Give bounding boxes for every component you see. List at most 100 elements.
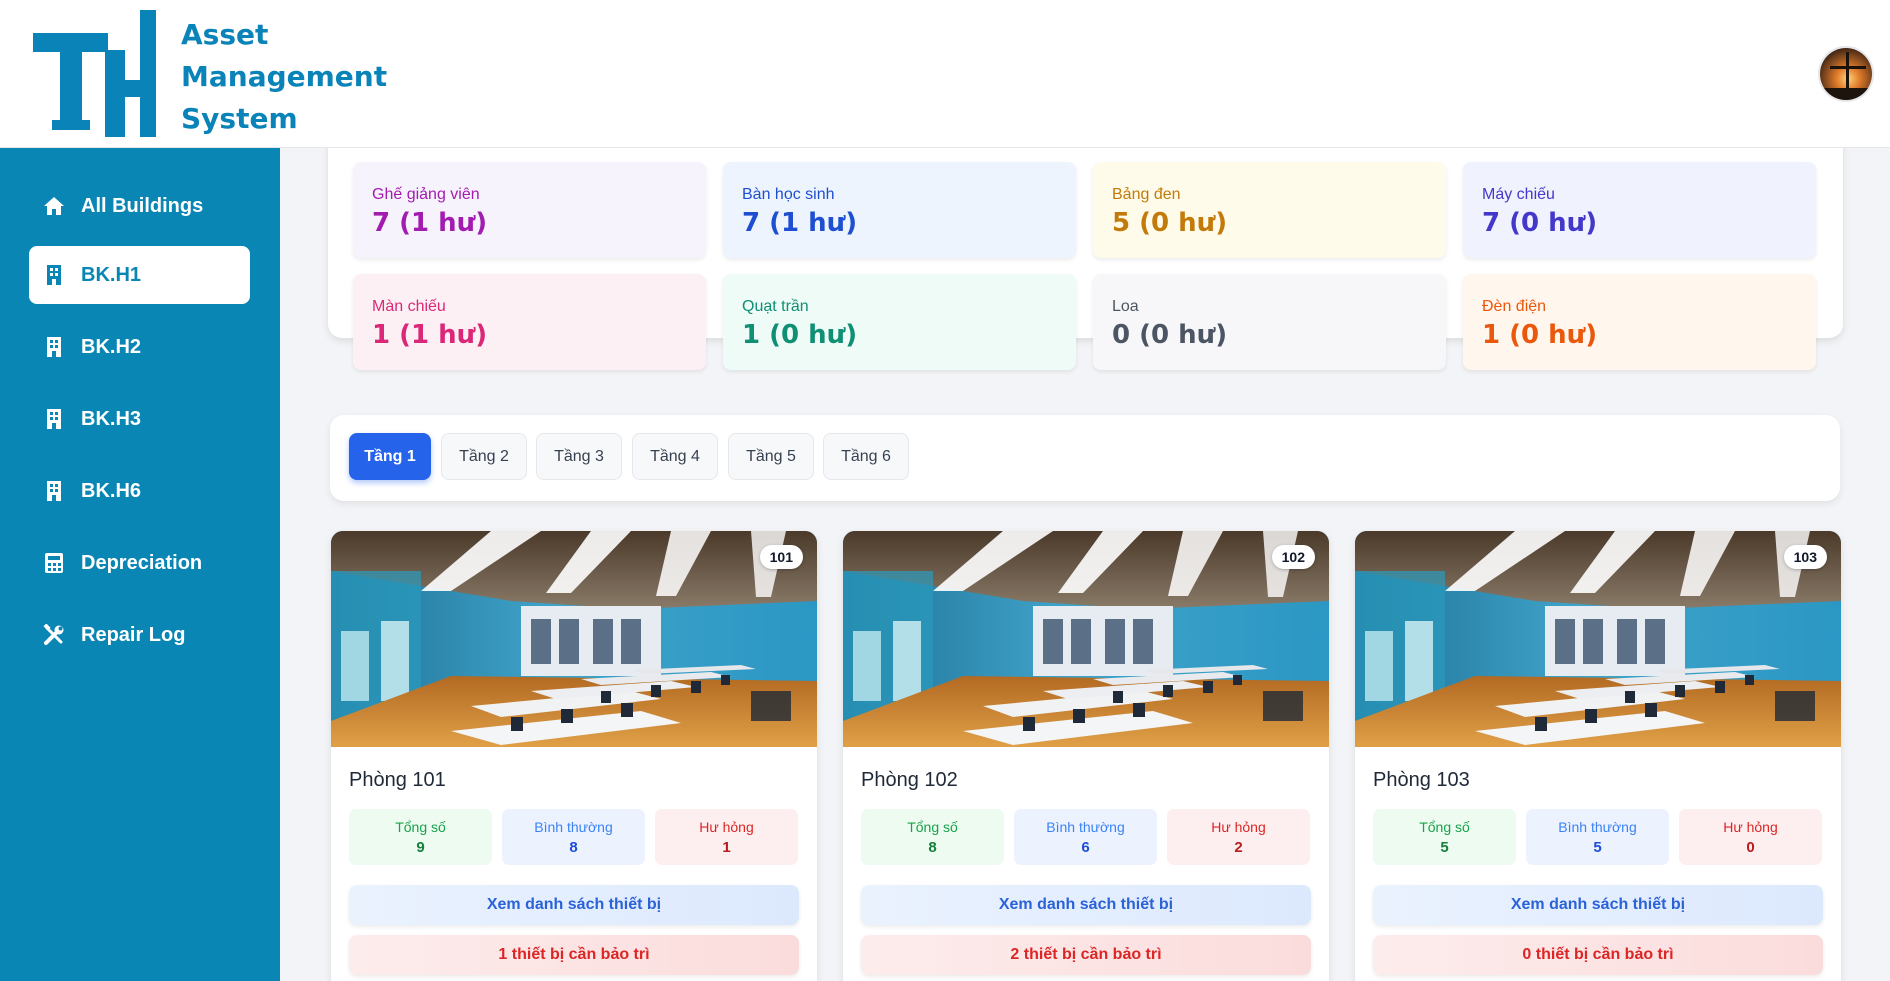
sidebar-item-label: All Buildings bbox=[81, 194, 204, 217]
tab-floor-4[interactable]: Tầng 4 bbox=[632, 433, 718, 480]
sidebar-item-all-buildings[interactable]: All Buildings bbox=[29, 177, 250, 235]
logo-mark bbox=[33, 10, 156, 137]
room-photo bbox=[843, 531, 1329, 747]
summary-card-label: Loa bbox=[1112, 298, 1139, 315]
room-stat-damaged: Hư hỏng 1 bbox=[655, 809, 798, 865]
summary-card-ceiling-fan: Quạt trần 1 (0 hư) bbox=[723, 274, 1076, 370]
view-equipment-list-button[interactable]: Xem danh sách thiết bị bbox=[861, 885, 1311, 925]
room-photo bbox=[1355, 531, 1841, 747]
room-stat-label: Hư hỏng bbox=[1723, 819, 1778, 835]
sidebar-item-label: BK.H3 bbox=[81, 407, 142, 430]
summary-card-blackboard: Bảng đen 5 (0 hư) bbox=[1093, 162, 1446, 258]
building-icon bbox=[42, 407, 66, 431]
sidebar-item-bk-h6[interactable]: BK.H6 bbox=[29, 462, 250, 520]
maintenance-needed-button[interactable]: 2 thiết bị cần bảo trì bbox=[861, 935, 1311, 975]
summary-card-label: Bảng đen bbox=[1112, 186, 1181, 203]
sidebar-item-depreciation[interactable]: Depreciation bbox=[29, 534, 250, 592]
room-stat-value: 2 bbox=[1234, 839, 1243, 856]
room-stat-value: 9 bbox=[416, 839, 425, 856]
summary-card-label: Ghế giảng viên bbox=[372, 186, 480, 203]
home-icon bbox=[42, 194, 66, 218]
room-stat-normal: Bình thường 8 bbox=[502, 809, 645, 865]
summary-card-label: Bàn học sinh bbox=[742, 186, 835, 203]
sidebar-item-bk-h1[interactable]: BK.H1 bbox=[29, 246, 250, 304]
sidebar-item-label: BK.H2 bbox=[81, 335, 142, 358]
room-stat-value: 0 bbox=[1746, 839, 1755, 856]
main-content: Ghế giảng viên 7 (1 hư) Bàn học sinh 7 (… bbox=[280, 148, 1890, 981]
room-stat-value: 8 bbox=[928, 839, 937, 856]
room-stat-value: 5 bbox=[1440, 839, 1449, 856]
room-stat-value: 6 bbox=[1081, 839, 1090, 856]
room-stat-value: 8 bbox=[569, 839, 578, 856]
summary-card-label: Màn chiếu bbox=[372, 298, 446, 315]
sidebar-item-bk-h2[interactable]: BK.H2 bbox=[29, 318, 250, 376]
logo-line-3: System bbox=[181, 102, 298, 135]
room-stat-label: Bình thường bbox=[1558, 819, 1637, 835]
logo-line-2: Management bbox=[181, 60, 388, 93]
summary-card-projector: Máy chiếu 7 (0 hư) bbox=[1463, 162, 1816, 258]
room-name: Phòng 101 bbox=[349, 769, 446, 791]
summary-card-value: 1 (0 hư) bbox=[742, 320, 858, 350]
room-card-103: 103 Phòng 103 Tổng số 5 Bình thường 5 Hư… bbox=[1355, 531, 1841, 981]
room-name: Phòng 103 bbox=[1373, 769, 1470, 791]
calculator-icon bbox=[42, 551, 66, 575]
room-stat-damaged: Hư hỏng 2 bbox=[1167, 809, 1310, 865]
view-equipment-list-button[interactable]: Xem danh sách thiết bị bbox=[1373, 885, 1823, 925]
tab-floor-6[interactable]: Tầng 6 bbox=[823, 433, 909, 480]
room-stat-normal: Bình thường 5 bbox=[1526, 809, 1669, 865]
room-stat-label: Tổng số bbox=[395, 819, 446, 835]
maintenance-needed-button[interactable]: 1 thiết bị cần bảo trì bbox=[349, 935, 799, 975]
room-stat-label: Bình thường bbox=[534, 819, 613, 835]
summary-card-label: Quạt trần bbox=[742, 298, 809, 315]
summary-card-projection-screen: Màn chiếu 1 (1 hư) bbox=[353, 274, 706, 370]
room-photo bbox=[331, 531, 817, 747]
app-header: Asset Management System bbox=[0, 0, 1890, 148]
room-stat-normal: Bình thường 6 bbox=[1014, 809, 1157, 865]
room-stat-value: 1 bbox=[722, 839, 731, 856]
sidebar: All Buildings BK.H1 BK.H2 BK.H3 BK.H6 De… bbox=[0, 148, 280, 981]
summary-card-value: 7 (0 hư) bbox=[1482, 208, 1598, 238]
building-icon bbox=[42, 335, 66, 359]
summary-card-light: Đèn điện 1 (0 hư) bbox=[1463, 274, 1816, 370]
summary-card-value: 1 (0 hư) bbox=[1482, 320, 1598, 350]
summary-card-value: 1 (1 hư) bbox=[372, 320, 488, 350]
user-avatar[interactable] bbox=[1818, 46, 1874, 102]
summary-card-value: 5 (0 hư) bbox=[1112, 208, 1228, 238]
summary-card-value: 7 (1 hư) bbox=[372, 208, 488, 238]
room-stat-total: Tổng số 8 bbox=[861, 809, 1004, 865]
room-name: Phòng 102 bbox=[861, 769, 958, 791]
room-stat-label: Bình thường bbox=[1046, 819, 1125, 835]
app-logo-text: Asset Management System bbox=[181, 14, 387, 140]
sidebar-item-label: BK.H6 bbox=[81, 479, 142, 502]
tab-floor-5[interactable]: Tầng 5 bbox=[728, 433, 814, 480]
tools-icon bbox=[42, 623, 66, 647]
summary-card-student-desk: Bàn học sinh 7 (1 hư) bbox=[723, 162, 1076, 258]
summary-card-value: 0 (0 hư) bbox=[1112, 320, 1228, 350]
tab-floor-1[interactable]: Tầng 1 bbox=[349, 433, 431, 480]
tab-floor-3[interactable]: Tầng 3 bbox=[536, 433, 622, 480]
summary-card-label: Máy chiếu bbox=[1482, 186, 1555, 203]
room-card-101: 101 Phòng 101 Tổng số 9 Bình thường 8 Hư… bbox=[331, 531, 817, 981]
logo-line-1: Asset bbox=[181, 18, 269, 51]
sidebar-item-repair-log[interactable]: Repair Log bbox=[29, 606, 250, 664]
summary-card-label: Đèn điện bbox=[1482, 298, 1547, 315]
room-stat-total: Tổng số 9 bbox=[349, 809, 492, 865]
summary-card-value: 7 (1 hư) bbox=[742, 208, 858, 238]
maintenance-needed-button[interactable]: 0 thiết bị cần bảo trì bbox=[1373, 935, 1823, 975]
building-icon bbox=[42, 479, 66, 503]
room-number-badge: 103 bbox=[1783, 545, 1827, 569]
room-number-badge: 102 bbox=[1271, 545, 1315, 569]
sidebar-item-label: BK.H1 bbox=[81, 263, 142, 286]
sidebar-item-label: Repair Log bbox=[81, 623, 186, 646]
room-card-102: 102 Phòng 102 Tổng số 8 Bình thường 6 Hư… bbox=[843, 531, 1329, 981]
room-stat-value: 5 bbox=[1593, 839, 1602, 856]
tab-floor-2[interactable]: Tầng 2 bbox=[441, 433, 527, 480]
room-stat-damaged: Hư hỏng 0 bbox=[1679, 809, 1822, 865]
view-equipment-list-button[interactable]: Xem danh sách thiết bị bbox=[349, 885, 799, 925]
sidebar-item-bk-h3[interactable]: BK.H3 bbox=[29, 390, 250, 448]
room-stat-label: Tổng số bbox=[907, 819, 958, 835]
equipment-summary-panel: Ghế giảng viên 7 (1 hư) Bàn học sinh 7 (… bbox=[328, 148, 1843, 370]
room-stat-label: Hư hỏng bbox=[699, 819, 754, 835]
room-stat-label: Tổng số bbox=[1419, 819, 1470, 835]
room-stat-total: Tổng số 5 bbox=[1373, 809, 1516, 865]
